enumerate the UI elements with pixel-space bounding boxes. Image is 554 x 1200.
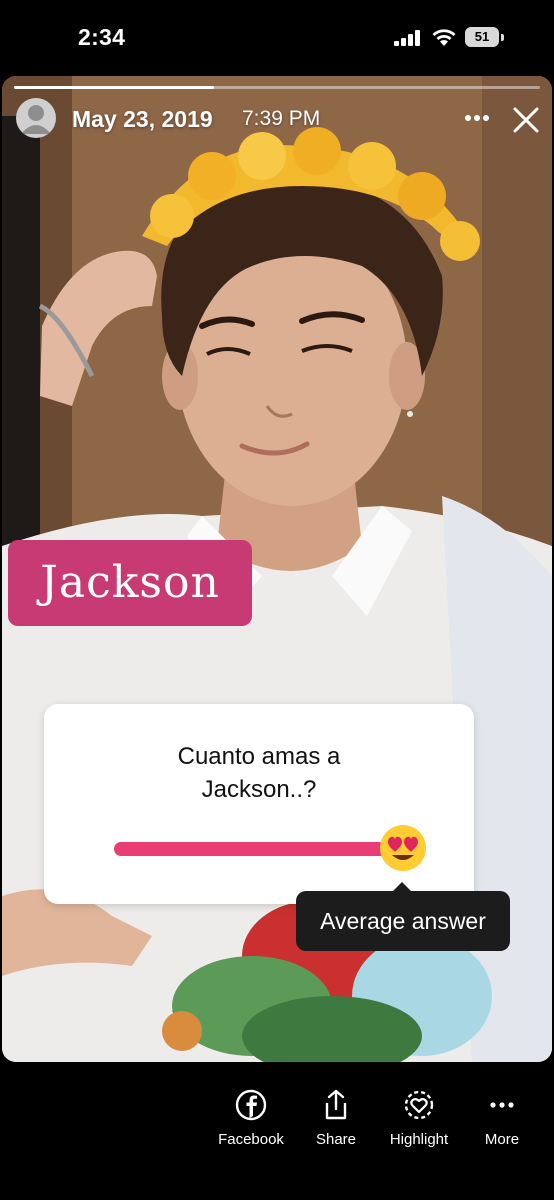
share-button[interactable]: Share <box>291 1088 381 1158</box>
avatar[interactable] <box>16 98 56 138</box>
wifi-icon <box>432 29 456 46</box>
more-button[interactable]: More <box>457 1088 547 1158</box>
cellular-signal-icon <box>394 30 420 46</box>
more-icon <box>490 1102 514 1108</box>
name-sticker: Jackson <box>8 540 252 626</box>
tooltip-text: Average answer <box>320 908 486 934</box>
story-date: May 23, 2019 <box>72 106 213 132</box>
story-progress-bar <box>14 86 540 89</box>
highlight-label: Highlight <box>389 1131 449 1148</box>
average-answer-tooltip: Average answer <box>296 891 510 951</box>
story-progress-fill <box>14 86 214 89</box>
close-icon[interactable] <box>512 106 540 134</box>
story-viewer[interactable]: May 23, 2019 7:39 PM Jackson Cuanto amas… <box>2 76 552 1062</box>
share-label: Share <box>315 1131 357 1148</box>
person-icon <box>21 105 51 134</box>
battery-level: 51 <box>474 29 490 44</box>
share-icon <box>325 1089 347 1120</box>
battery-icon: 51 <box>465 27 505 49</box>
story-toolbar: Facebook Share Highlight More <box>0 1062 554 1200</box>
facebook-icon <box>235 1089 267 1121</box>
facebook-button[interactable]: Facebook <box>206 1088 296 1158</box>
more-options-icon[interactable] <box>464 114 490 122</box>
highlight-icon <box>404 1090 434 1120</box>
status-time: 2:34 <box>78 24 126 50</box>
facebook-label: Facebook <box>218 1131 284 1148</box>
highlight-button[interactable]: Highlight <box>374 1088 464 1158</box>
emoji-slider-sticker[interactable]: Cuanto amas a Jackson..? <box>44 704 474 904</box>
heart-eyes-emoji-icon[interactable] <box>378 823 428 873</box>
slider-track[interactable] <box>114 842 400 856</box>
status-bar: 2:34 51 <box>0 0 554 76</box>
name-sticker-text: Jackson <box>40 557 220 608</box>
story-time: 7:39 PM <box>242 107 321 130</box>
more-label: More <box>484 1131 520 1148</box>
slider-question: Cuanto amas a Jackson..? <box>177 743 341 803</box>
